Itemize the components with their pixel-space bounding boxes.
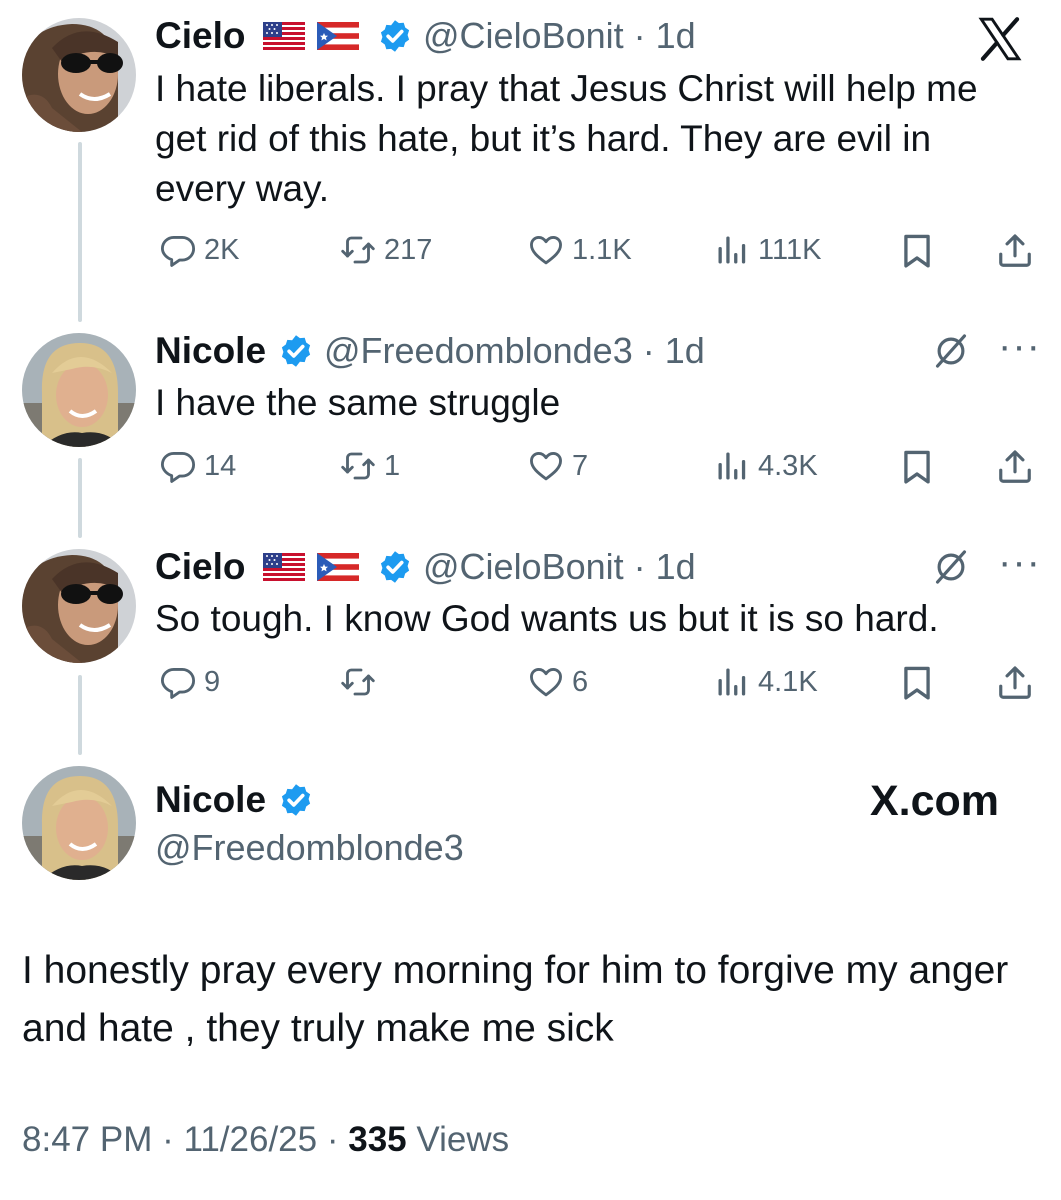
share-icon[interactable] <box>996 448 1034 486</box>
grok-icon[interactable] <box>932 548 970 586</box>
tweet-text: So tough. I know God wants us but it is … <box>155 598 939 639</box>
views-label: Views <box>416 1120 510 1159</box>
tweet-text: I hate liberals. I pray that Jesus Chris… <box>155 68 978 209</box>
bookmark-icon[interactable] <box>898 232 936 270</box>
author-name[interactable]: Cielo <box>155 547 245 587</box>
bookmark-icon[interactable] <box>898 664 936 702</box>
tweet-text: I have the same struggle <box>155 382 561 423</box>
reply-icon <box>160 448 196 484</box>
thread-line <box>78 458 82 538</box>
tweet-date[interactable]: 11/26/25 <box>183 1120 317 1159</box>
main-tweet-text: I honestly pray every morning for him to… <box>22 949 1009 1050</box>
author-handle[interactable]: @Freedomblonde3 <box>155 828 464 868</box>
reply-button[interactable]: 9 <box>160 662 220 702</box>
x-logo-icon[interactable] <box>972 14 1028 64</box>
puerto-rico-flag-icon <box>317 553 359 581</box>
reply-icon <box>160 664 196 700</box>
repost-icon <box>340 448 376 484</box>
views-button[interactable]: 4.1K <box>714 662 818 702</box>
like-icon <box>528 664 564 700</box>
us-flag-icon <box>263 553 305 581</box>
avatar-cielo[interactable] <box>22 549 136 663</box>
x-com-watermark: X.com <box>870 777 1000 825</box>
reply-count: 9 <box>204 665 221 698</box>
timestamp[interactable]: 1d <box>656 546 696 587</box>
more-icon[interactable]: ··· <box>998 326 1041 366</box>
like-button[interactable]: 1.1K <box>528 230 632 270</box>
repost-count: 1 <box>384 449 401 482</box>
reply-count: 2K <box>204 233 240 266</box>
handle-text: @CieloBonit <box>423 15 624 56</box>
handle-text: @Freedomblonde3 <box>324 330 633 371</box>
reply-button[interactable]: 2K <box>160 230 239 270</box>
repost-button[interactable]: 1 <box>340 446 400 486</box>
verified-icon <box>278 782 314 818</box>
like-count: 1.1K <box>572 233 632 266</box>
repost-button[interactable] <box>340 662 384 702</box>
views-count: 4.3K <box>758 449 818 482</box>
views-icon <box>714 664 750 700</box>
like-button[interactable]: 7 <box>528 446 588 486</box>
thread-line <box>78 675 82 755</box>
avatar-nicole[interactable] <box>22 333 136 447</box>
views-button[interactable]: 4.3K <box>714 446 818 486</box>
more-icon[interactable]: ··· <box>998 542 1041 582</box>
share-icon[interactable] <box>996 664 1034 702</box>
repost-icon <box>340 232 376 268</box>
views-icon <box>714 448 750 484</box>
author-name[interactable]: Cielo <box>155 16 245 56</box>
author-handle[interactable]: @Freedomblonde3 · 1d <box>324 331 705 371</box>
views-count: 4.1K <box>758 665 818 698</box>
timestamp[interactable]: 1d <box>665 330 705 371</box>
avatar-nicole[interactable] <box>22 766 136 880</box>
like-icon <box>528 232 564 268</box>
like-icon <box>528 448 564 484</box>
us-flag-icon <box>263 22 305 50</box>
reply-icon <box>160 232 196 268</box>
views-count: 111K <box>758 233 822 266</box>
grok-icon[interactable] <box>932 332 970 370</box>
like-count: 7 <box>572 449 589 482</box>
tweet-meta: 8:47 PM · 11/26/25 · 335 Views <box>22 1120 510 1159</box>
author-handle[interactable]: @CieloBonit · 1d <box>423 16 696 56</box>
bookmark-icon[interactable] <box>898 448 936 486</box>
puerto-rico-flag-icon <box>317 22 359 50</box>
verified-icon <box>377 18 413 54</box>
views-total: 335 <box>348 1120 407 1159</box>
reply-button[interactable]: 14 <box>160 446 236 486</box>
timestamp[interactable]: 1d <box>656 15 696 56</box>
author-handle[interactable]: @CieloBonit · 1d <box>423 547 696 587</box>
reply-count: 14 <box>204 449 237 482</box>
like-button[interactable]: 6 <box>528 662 588 702</box>
repost-icon <box>340 664 376 700</box>
repost-button[interactable]: 217 <box>340 230 432 270</box>
verified-icon <box>377 549 413 585</box>
tweet-time[interactable]: 8:47 PM <box>22 1120 152 1159</box>
avatar-cielo[interactable] <box>22 18 136 132</box>
handle-text: @CieloBonit <box>423 546 624 587</box>
views-icon <box>714 232 750 268</box>
like-count: 6 <box>572 665 589 698</box>
thread-line <box>78 142 82 322</box>
share-icon[interactable] <box>996 232 1034 270</box>
repost-count: 217 <box>384 233 433 266</box>
author-name[interactable]: Nicole <box>155 780 266 820</box>
author-name[interactable]: Nicole <box>155 331 266 371</box>
views-button[interactable]: 111K <box>714 230 821 270</box>
verified-icon <box>278 333 314 369</box>
